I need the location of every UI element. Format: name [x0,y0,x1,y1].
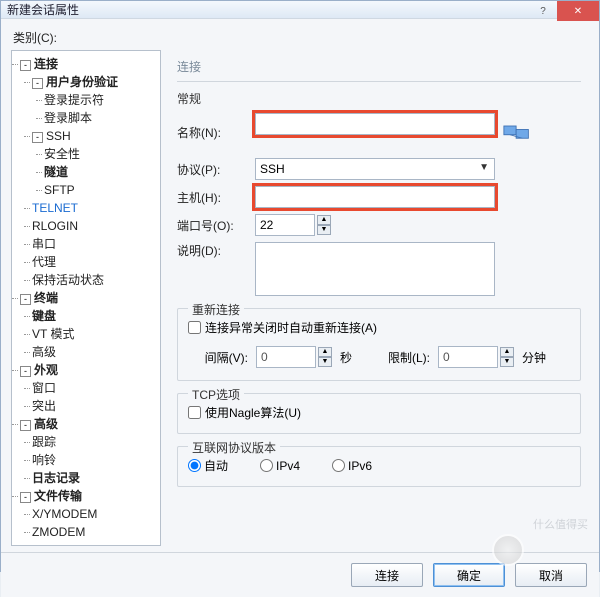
tree-connection[interactable]: 连接 [34,57,58,71]
tree-toggle[interactable]: - [32,132,43,143]
port-spin-up[interactable]: ▲ [317,215,331,225]
port-spin-down[interactable]: ▼ [317,225,331,235]
limit-input[interactable] [438,346,498,368]
computers-icon [503,121,531,145]
help-button[interactable]: ? [529,1,557,21]
category-tree[interactable]: -连接 -用户身份验证 登录提示符 登录脚本 -SSH 安全性 [11,50,161,546]
interval-unit: 秒 [340,349,352,366]
tree-serial[interactable]: 串口 [32,237,56,251]
port-spinner: ▲ ▼ [317,215,331,235]
tree-toggle[interactable]: - [20,420,31,431]
nagle-label: 使用Nagle算法(U) [205,404,301,421]
name-label: 名称(N): [177,124,255,141]
tree-toggle[interactable]: - [20,294,31,305]
tree-rlogin[interactable]: RLOGIN [32,219,78,233]
general-group: 常规 名称(N): 新建会话 协议(P): SSH ▼ [177,90,581,296]
tree-toggle[interactable]: - [20,492,31,503]
window-buttons: ? ✕ [529,1,599,21]
tree-keyboard[interactable]: 键盘 [32,309,56,323]
limit-unit: 分钟 [522,349,546,366]
tree-toggle[interactable]: - [20,366,31,377]
interval-input[interactable] [256,346,316,368]
tree-proxy[interactable]: 代理 [32,255,56,269]
limit-label: 限制(L): [380,349,430,366]
tree-ssh[interactable]: SSH [46,129,71,143]
dialog-buttons: 连接 确定 取消 [1,552,599,597]
cancel-button[interactable]: 取消 [515,563,587,587]
tree-terminal[interactable]: 终端 [34,291,58,305]
window-title: 新建会话属性 [7,1,79,18]
tree-salience[interactable]: 突出 [32,399,56,413]
tree-term-adv[interactable]: 高级 [32,345,56,359]
limit-spin-up[interactable]: ▲ [500,347,514,357]
protocol-select[interactable]: SSH [255,158,495,180]
nagle-checkbox[interactable] [188,406,201,419]
tree-login-prompt[interactable]: 登录提示符 [44,93,104,107]
reconnect-legend: 重新连接 [188,301,244,318]
tcp-legend: TCP选项 [188,386,244,403]
interval-spin-down[interactable]: ▼ [318,357,332,367]
tree-advanced[interactable]: 高级 [34,417,58,431]
ipver-legend: 互联网协议版本 [188,439,280,456]
tree-bell[interactable]: 响铃 [32,453,56,467]
port-label: 端口号(O): [177,217,255,234]
ipver-auto-radio[interactable] [188,459,201,472]
tree-auth[interactable]: 用户身份验证 [46,75,118,89]
limit-spin-down[interactable]: ▼ [500,357,514,367]
tree-toggle[interactable]: - [32,78,43,89]
ipver-ipv6-radio[interactable] [332,459,345,472]
interval-label: 间隔(V): [188,349,248,366]
ipver-group: 互联网协议版本 自动 IPv4 IPv6 [177,446,581,487]
reconnect-group: 重新连接 连接异常关闭时自动重新连接(A) 间隔(V): ▲▼ 秒 限制(L): [177,308,581,381]
tree-toggle[interactable]: - [20,60,31,71]
tree-logging[interactable]: 日志记录 [32,471,80,485]
main-area: -连接 -用户身份验证 登录提示符 登录脚本 -SSH 安全性 [11,50,589,546]
host-input[interactable] [255,186,495,208]
auto-reconnect-checkbox[interactable] [188,321,201,334]
port-input[interactable] [255,214,315,236]
tree-appearance[interactable]: 外观 [34,363,58,377]
tree-tunnel[interactable]: 隧道 [44,165,68,179]
ipver-ipv6-label: IPv6 [348,459,372,473]
tree-xymodem[interactable]: X/YMODEM [32,507,97,521]
panel-header: 连接 [177,56,581,82]
content-area: 类别(C): -连接 -用户身份验证 登录提示符 登录脚本 -SSH [1,19,599,552]
tree-zmodem[interactable]: ZMODEM [32,525,85,539]
tree-sftp[interactable]: SFTP [44,183,75,197]
titlebar: 新建会话属性 ? ✕ [1,1,599,19]
name-input[interactable] [255,113,495,135]
ipver-ipv4-label: IPv4 [276,459,300,473]
ipver-ipv4-radio[interactable] [260,459,273,472]
close-button[interactable]: ✕ [557,1,599,21]
category-label: 类别(C): [13,29,589,46]
ipver-auto-label: 自动 [204,457,228,474]
tcp-group: TCP选项 使用Nagle算法(U) [177,393,581,434]
tree-window[interactable]: 窗口 [32,381,56,395]
tree-keepalive[interactable]: 保持活动状态 [32,273,104,287]
tree-trace[interactable]: 跟踪 [32,435,56,449]
connect-button[interactable]: 连接 [351,563,423,587]
auto-reconnect-label: 连接异常关闭时自动重新连接(A) [205,319,377,336]
tree-security[interactable]: 安全性 [44,147,80,161]
tree-telnet[interactable]: TELNET [32,201,78,215]
tree-login-script[interactable]: 登录脚本 [44,111,92,125]
protocol-label: 协议(P): [177,161,255,178]
tree-vtmode[interactable]: VT 模式 [32,327,74,341]
ok-button[interactable]: 确定 [433,563,505,587]
general-legend: 常规 [177,90,581,107]
tree-transfer[interactable]: 文件传输 [34,489,82,503]
interval-spin-up[interactable]: ▲ [318,347,332,357]
settings-panel: 连接 常规 名称(N): 新建会话 协议(P): SSH [169,50,589,546]
desc-label: 说明(D): [177,242,255,259]
dialog-window: 新建会话属性 ? ✕ 类别(C): -连接 -用户身份验证 登录提示符 登录脚本 [0,0,600,572]
desc-textarea[interactable] [255,242,495,296]
host-label: 主机(H): [177,189,255,206]
